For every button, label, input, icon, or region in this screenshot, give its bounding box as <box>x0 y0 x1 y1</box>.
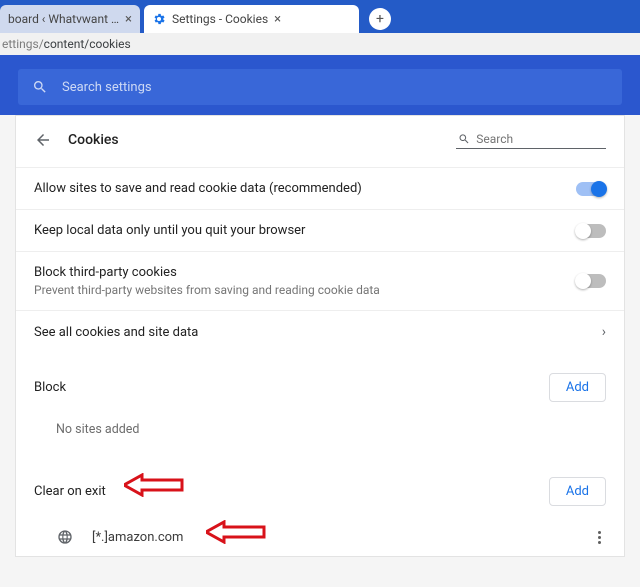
in-page-search-input[interactable] <box>476 132 602 146</box>
plus-icon: + <box>376 11 384 27</box>
chevron-right-icon: › <box>602 324 606 340</box>
search-icon <box>32 79 48 95</box>
row-keep-local: Keep local data only until you quit your… <box>16 209 624 251</box>
tab-title: board ‹ Whatvwant — Wor <box>8 12 119 26</box>
row-label: Keep local data only until you quit your… <box>34 223 305 238</box>
row-label: Allow sites to save and read cookie data… <box>34 181 362 196</box>
row-allow-cookies: Allow sites to save and read cookie data… <box>16 167 624 209</box>
row-sublabel: Prevent third-party websites from saving… <box>34 283 380 297</box>
close-icon[interactable]: × <box>125 13 132 26</box>
row-label: Block third-party cookies <box>34 265 380 280</box>
omnibox[interactable]: ettings/content/cookies <box>0 33 640 55</box>
clear-on-exit-site-row[interactable]: [*.]amazon.com <box>16 518 624 556</box>
globe-icon <box>56 528 74 546</box>
page-header: Cookies <box>16 116 624 167</box>
row-block-third-party: Block third-party cookies Prevent third-… <box>16 251 624 310</box>
page-background: Cookies Allow sites to save and read coo… <box>0 115 640 587</box>
search-icon <box>458 132 470 146</box>
toggle-block-third-party[interactable] <box>576 274 606 288</box>
settings-search-placeholder: Search settings <box>62 80 152 95</box>
tab-whatvwant[interactable]: board ‹ Whatvwant — Wor × <box>0 5 140 33</box>
tab-settings[interactable]: Settings - Cookies × <box>144 5 359 33</box>
add-block-site-button[interactable]: Add <box>549 373 606 402</box>
section-label: Block <box>34 380 66 395</box>
row-label: See all cookies and site data <box>34 325 198 340</box>
section-label: Clear on exit <box>34 484 106 499</box>
page-title: Cookies <box>68 132 119 148</box>
block-empty-text: No sites added <box>16 414 624 457</box>
settings-card: Cookies Allow sites to save and read coo… <box>15 115 625 557</box>
site-pattern: [*.]amazon.com <box>92 530 183 545</box>
add-clear-on-exit-button[interactable]: Add <box>549 477 606 506</box>
url-path: content/cookies <box>44 37 131 51</box>
tab-strip: board ‹ Whatvwant — Wor × Settings - Coo… <box>0 0 640 33</box>
close-icon[interactable]: × <box>274 13 281 26</box>
url-gray: ettings/ <box>2 37 44 51</box>
section-block: Block Add <box>16 353 624 414</box>
back-arrow-icon[interactable] <box>34 131 52 149</box>
tab-title: Settings - Cookies <box>172 12 268 26</box>
new-tab-button[interactable]: + <box>369 8 391 30</box>
toggle-keep-local[interactable] <box>576 224 606 238</box>
more-actions-icon[interactable] <box>592 531 606 544</box>
section-clear-on-exit: Clear on exit Add <box>16 457 624 518</box>
in-page-search[interactable] <box>456 130 606 149</box>
settings-banner: Search settings <box>0 55 640 119</box>
toggle-allow-cookies[interactable] <box>576 182 606 196</box>
gear-icon <box>152 12 166 26</box>
annotation-arrow-icon <box>206 520 266 544</box>
annotation-arrow-icon <box>124 473 184 497</box>
settings-search-bar[interactable]: Search settings <box>18 69 622 105</box>
row-see-all-cookies[interactable]: See all cookies and site data › <box>16 310 624 353</box>
